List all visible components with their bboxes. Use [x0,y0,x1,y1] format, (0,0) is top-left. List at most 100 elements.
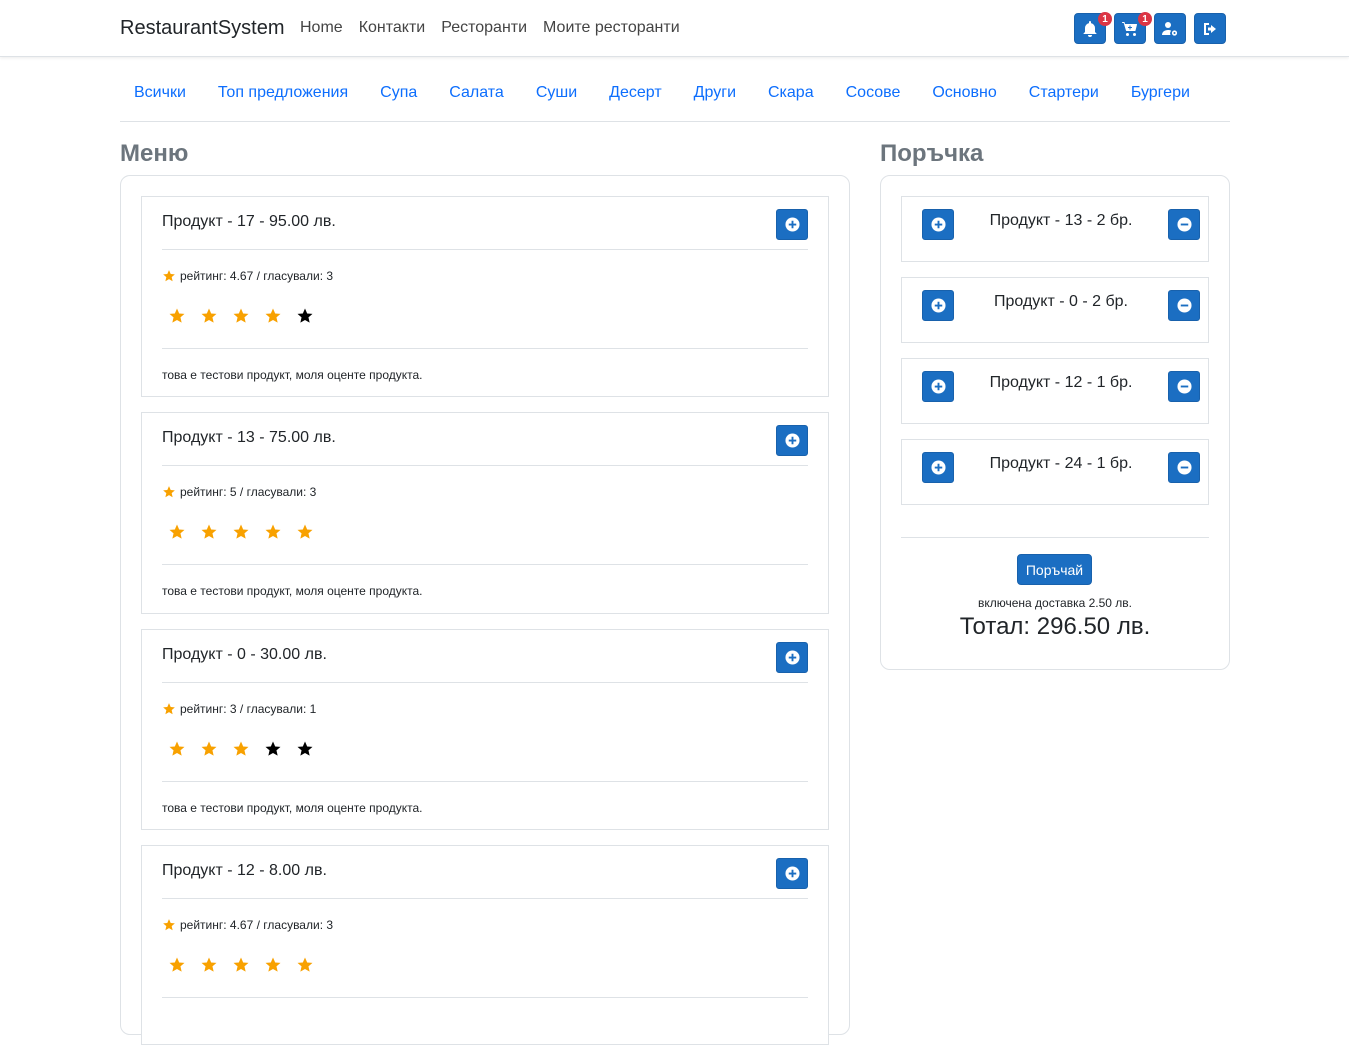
rate-star-icon[interactable] [296,740,314,758]
rate-star-icon[interactable] [232,956,250,974]
bell-icon [1083,20,1097,37]
product-description: това е тестови продукт, моля оценте прод… [162,584,423,598]
plus-circle-icon [930,379,946,394]
rate-star-icon[interactable] [168,956,186,974]
rate-star-icon[interactable] [264,523,282,541]
rate-star-icon[interactable] [232,523,250,541]
product-rating: рейтинг: 5 / гласували: 3 [162,485,316,499]
order-total: Тотал: 296.50 лв. [959,613,1151,640]
category-sushi[interactable]: Суши [536,84,577,102]
category-dessert[interactable]: Десерт [609,84,662,102]
cart-badge: 1 [1138,12,1152,26]
order-item-name: Продукт - 12 - 1 бр. [989,374,1133,391]
rate-star-icon[interactable] [296,956,314,974]
category-salad[interactable]: Салата [449,84,504,102]
rate-star-icon[interactable] [232,740,250,758]
rate-star-icon[interactable] [200,956,218,974]
order-item: Продукт - 24 - 1 бр. [901,439,1209,505]
rate-star-icon[interactable] [296,523,314,541]
increase-quantity-button[interactable] [922,452,954,483]
category-starters[interactable]: Стартери [1029,84,1099,102]
category-soup[interactable]: Супа [380,84,417,102]
nav-contacts[interactable]: Контакти [359,19,426,37]
cart-button[interactable]: 1 [1114,12,1152,44]
delivery-note: включена доставка 2.50 лв. [977,596,1133,610]
plus-circle-icon [784,650,800,665]
product-name: Продукт - 17 - 95.00 лв. [162,213,336,230]
star-icon [163,486,175,498]
minus-circle-icon [1176,379,1192,394]
order-item-name: Продукт - 0 - 2 бр. [994,293,1128,310]
rate-star-icon[interactable] [264,307,282,325]
nav-my-restaurants[interactable]: Моите ресторанти [543,19,680,37]
rate-star-icon[interactable] [296,307,314,325]
category-all[interactable]: Всички [134,84,186,102]
order-title: Поръчка [880,140,984,167]
rating-text: рейтинг: 4.67 / гласували: 3 [180,918,334,932]
rating-stars [168,307,314,325]
add-to-order-button[interactable] [776,425,808,456]
order-item-name: Продукт - 13 - 2 бр. [989,212,1133,229]
divider [162,997,808,998]
logout-icon [1204,22,1216,35]
category-top-offers[interactable]: Топ предложения [218,84,348,102]
place-order-button[interactable]: Поръчай [1017,554,1092,585]
product-rating: рейтинг: 4.67 / гласували: 3 [162,918,333,932]
order-divider [901,537,1209,538]
add-to-order-button[interactable] [776,642,808,673]
notifications-badge: 1 [1098,12,1112,26]
category-burgers[interactable]: Бургери [1131,84,1190,102]
category-other[interactable]: Други [694,84,736,102]
plus-circle-icon [930,298,946,313]
user-settings-button[interactable] [1154,13,1186,44]
rate-star-icon[interactable] [200,307,218,325]
rate-star-icon[interactable] [264,956,282,974]
increase-quantity-button[interactable] [922,371,954,402]
star-icon [163,919,175,931]
category-main[interactable]: Основно [932,84,996,102]
rating-stars [168,740,314,758]
divider [162,564,808,565]
logout-button[interactable] [1194,13,1226,44]
navbar: RestaurantSystem Home Контакти Ресторант… [0,0,1349,57]
star-icon [163,270,175,282]
category-sauces[interactable]: Сосове [846,84,901,102]
divider [162,249,808,250]
order-item: Продукт - 12 - 1 бр. [901,358,1209,424]
divider [162,348,808,349]
decrease-quantity-button[interactable] [1168,290,1200,321]
product-name: Продукт - 13 - 75.00 лв. [162,429,336,446]
plus-circle-icon [930,217,946,232]
increase-quantity-button[interactable] [922,290,954,321]
plus-circle-icon [784,866,800,881]
rating-text: рейтинг: 4.67 / гласували: 3 [180,269,334,283]
product-rating: рейтинг: 3 / гласували: 1 [162,702,316,716]
decrease-quantity-button[interactable] [1168,209,1200,240]
plus-circle-icon [784,433,800,448]
divider [162,465,808,466]
rating-stars [168,523,314,541]
notifications-button[interactable]: 1 [1074,12,1112,44]
nav-restaurants[interactable]: Ресторанти [441,19,527,37]
divider [162,898,808,899]
brand-logo[interactable]: RestaurantSystem [120,17,285,40]
rate-star-icon[interactable] [200,523,218,541]
add-to-order-button[interactable] [776,209,808,240]
rate-star-icon[interactable] [200,740,218,758]
decrease-quantity-button[interactable] [1168,452,1200,483]
rate-star-icon[interactable] [232,307,250,325]
nav-home[interactable]: Home [300,19,343,37]
rate-star-icon[interactable] [264,740,282,758]
add-to-order-button[interactable] [776,858,808,889]
increase-quantity-button[interactable] [922,209,954,240]
decrease-quantity-button[interactable] [1168,371,1200,402]
nav-icons: 1 1 [1074,12,1226,44]
rate-star-icon[interactable] [168,740,186,758]
rate-star-icon[interactable] [168,307,186,325]
menu-title: Меню [120,140,189,167]
category-nav: Всички Топ предложения Супа Салата Суши … [120,64,1230,122]
cart-plus-icon [1122,21,1138,36]
rate-star-icon[interactable] [168,523,186,541]
minus-circle-icon [1176,298,1192,313]
category-grill[interactable]: Скара [768,84,814,102]
